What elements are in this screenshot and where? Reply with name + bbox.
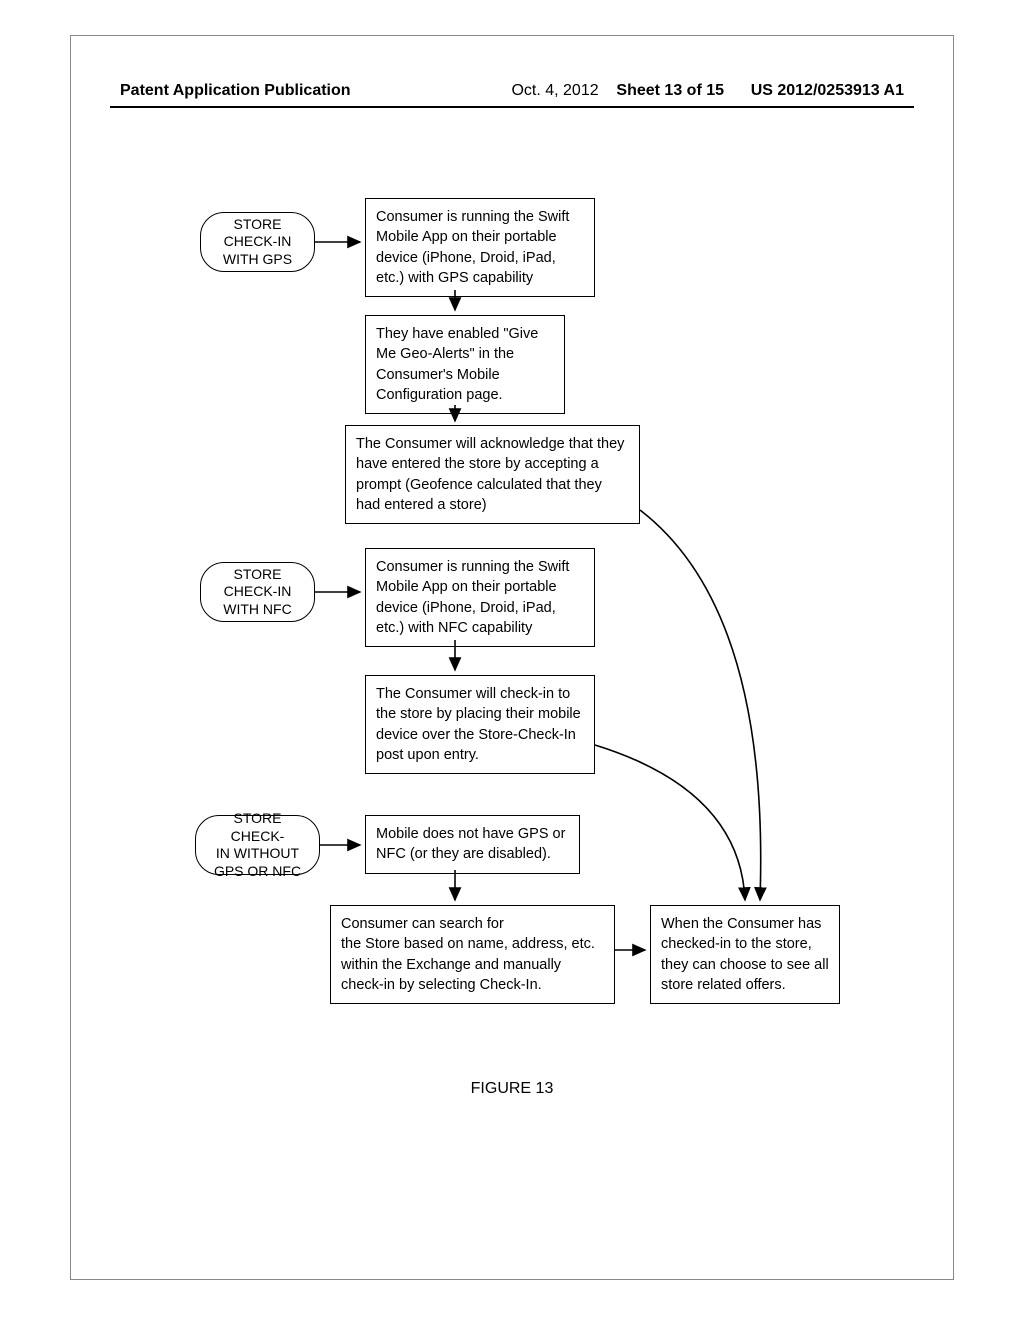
- box-nfc-checkin: The Consumer will check-in to the store …: [365, 675, 595, 774]
- box-none-search: Consumer can search for the Store based …: [330, 905, 615, 1004]
- box-gps-geoalerts: They have enabled "Give Me Geo-Alerts" i…: [365, 315, 565, 414]
- box-gps-geoalerts-text: They have enabled "Give Me Geo-Alerts" i…: [376, 326, 538, 403]
- box-none-disabled: Mobile does not have GPS or NFC (or they…: [365, 815, 580, 874]
- figure-label-text: FIGURE 13: [471, 1080, 554, 1097]
- box-result-offers: When the Consumer has checked-in to the …: [650, 905, 840, 1004]
- box-nfc-running-app-text: Consumer is running the Swift Mobile App…: [376, 559, 569, 636]
- box-none-disabled-text: Mobile does not have GPS or NFC (or they…: [376, 826, 565, 862]
- terminal-none: STORE CHECK- IN WITHOUT GPS OR NFC: [195, 815, 320, 875]
- flowchart: STORE CHECK-IN WITH GPS Consumer is runn…: [0, 190, 1024, 1320]
- figure-label: FIGURE 13: [0, 1080, 1024, 1098]
- header-left: Patent Application Publication: [120, 82, 351, 100]
- terminal-nfc: STORE CHECK-IN WITH NFC: [200, 562, 315, 622]
- box-nfc-running-app: Consumer is running the Swift Mobile App…: [365, 548, 595, 647]
- terminal-gps-label: STORE CHECK-IN WITH GPS: [223, 216, 292, 269]
- terminal-gps: STORE CHECK-IN WITH GPS: [200, 212, 315, 272]
- terminal-nfc-label: STORE CHECK-IN WITH NFC: [223, 566, 291, 619]
- header-pubno: US 2012/0253913 A1: [751, 82, 904, 99]
- terminal-none-label: STORE CHECK- IN WITHOUT GPS OR NFC: [206, 810, 309, 880]
- header-date: Oct. 4, 2012: [511, 82, 598, 99]
- box-gps-running-app-text: Consumer is running the Swift Mobile App…: [376, 209, 569, 286]
- header-rule: [110, 106, 914, 108]
- box-gps-acknowledge: The Consumer will acknowledge that they …: [345, 425, 640, 524]
- box-result-offers-text: When the Consumer has checked-in to the …: [661, 916, 829, 993]
- box-gps-acknowledge-text: The Consumer will acknowledge that they …: [356, 436, 624, 513]
- box-gps-running-app: Consumer is running the Swift Mobile App…: [365, 198, 595, 297]
- box-nfc-checkin-text: The Consumer will check-in to the store …: [376, 686, 581, 763]
- page-header: Patent Application Publication Oct. 4, 2…: [0, 82, 1024, 100]
- header-right: Oct. 4, 2012 Sheet 13 of 15 US 2012/0253…: [511, 82, 904, 100]
- box-none-search-text: Consumer can search for the Store based …: [341, 916, 595, 993]
- header-sheet: Sheet 13 of 15: [616, 82, 724, 99]
